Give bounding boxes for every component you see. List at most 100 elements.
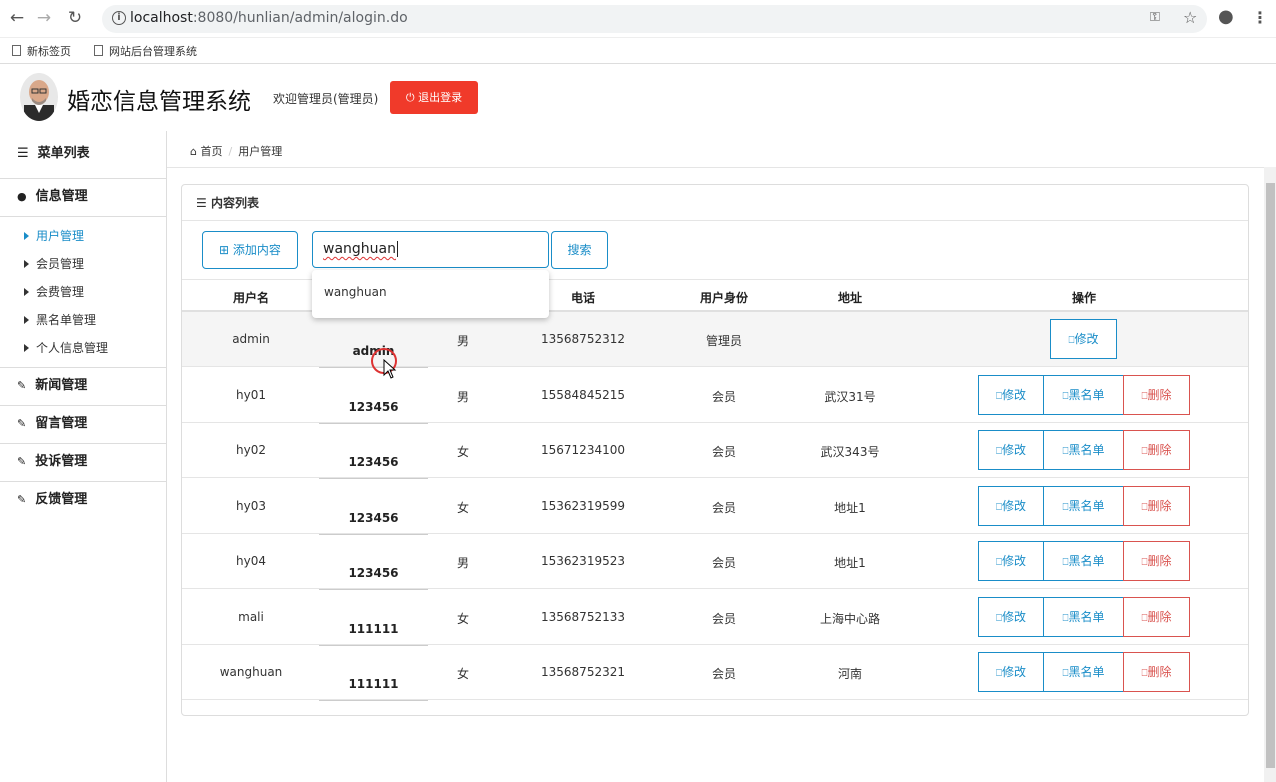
delete-button[interactable]: ⎕删除 [1123, 596, 1190, 637]
header-address: 地址 [837, 291, 863, 305]
bookmark-new-tab[interactable]: 新标签页 [12, 43, 71, 59]
sidebar-submenu: 用户管理 会员管理 会费管理 黑名单管理 个人信息管理 [0, 217, 166, 368]
cell-password: 123456 [319, 390, 428, 424]
delete-button-label: 删除 [1147, 554, 1172, 568]
delete-button[interactable]: ⎕删除 [1123, 541, 1190, 581]
search-button[interactable]: 搜索 [551, 231, 608, 269]
caret-right-icon [24, 316, 29, 324]
cell-address: 河南 [837, 667, 863, 681]
edit-button[interactable]: ⎕修改 [978, 541, 1044, 581]
sidebar-item-fees[interactable]: 会费管理 [0, 279, 166, 307]
add-content-label: 添加内容 [232, 243, 281, 257]
site-title: 婚恋信息管理系统 [67, 89, 251, 115]
group-label: 投诉管理 [35, 454, 88, 469]
delete-button[interactable]: ⎕删除 [1123, 652, 1190, 692]
blacklist-button[interactable]: ⎕黑名单 [1043, 652, 1124, 692]
bookmark-label: 新标签页 [27, 45, 71, 58]
blacklist-button[interactable]: ⎕黑名单 [1043, 374, 1124, 415]
cell-phone: 13568752133 [541, 609, 625, 624]
edit-button[interactable]: ⎕修改 [978, 374, 1044, 415]
sidebar-group-messages[interactable]: ✎ 留言管理 [0, 406, 166, 444]
breadcrumb-home[interactable]: 首页 [200, 145, 222, 158]
cell-gender: 男 [456, 389, 470, 404]
text-caret [397, 241, 398, 257]
cell-gender: 女 [456, 667, 470, 681]
cell-gender: 女 [456, 611, 470, 626]
sidebar-group-feedback[interactable]: ✎ 反馈管理 [0, 482, 166, 520]
scrollbar-thumb[interactable] [1266, 183, 1275, 768]
mouse-cursor-icon [383, 359, 397, 379]
cell-address: 地址1 [834, 500, 866, 515]
edit-icon: ✎ [17, 379, 27, 392]
blacklist-button[interactable]: ⎕黑名单 [1043, 485, 1124, 526]
caret-right-icon [24, 260, 29, 268]
panel-title-label: 内容列表 [210, 196, 259, 210]
blacklist-button-label: 黑名单 [1068, 498, 1105, 513]
breadcrumb: ⌂ 首页 / 用户管理 [190, 143, 282, 159]
edit-button[interactable]: ⎕修改 [978, 652, 1044, 692]
header-actions: 操作 [1071, 291, 1097, 305]
table-row: admin 男 13568752312 管理员 admin ⎕修改 [182, 312, 1248, 368]
content-panel: ☰ 内容列表 ⊞ 添加内容 wanghuan 搜索 wanghuan 用户名 电… [181, 184, 1249, 716]
edit-button[interactable]: ⎕修改 [978, 596, 1044, 637]
cell-role: 会员 [711, 556, 737, 570]
blacklist-button-label: 黑名单 [1068, 609, 1105, 624]
sidebar-group-info[interactable]: ● 信息管理 [0, 179, 166, 217]
delete-button[interactable]: ⎕删除 [1123, 485, 1190, 526]
sidebar-item-label: 黑名单管理 [36, 313, 97, 327]
autocomplete-suggestion[interactable]: wanghuan [312, 270, 549, 318]
back-icon[interactable]: ← [6, 8, 28, 28]
account-icon[interactable]: ● [1218, 6, 1234, 27]
panel-title: ☰ 内容列表 [182, 185, 1248, 221]
delete-button[interactable]: ⎕删除 [1123, 374, 1190, 415]
edit-button-label: 修改 [1001, 554, 1026, 568]
add-content-button[interactable]: ⊞ 添加内容 [202, 231, 298, 269]
divider [167, 167, 1276, 168]
edit-icon: ✎ [17, 493, 27, 506]
reload-icon[interactable]: ↻ [64, 8, 86, 28]
edit-button-label: 修改 [1001, 498, 1026, 513]
delete-button[interactable]: ⎕删除 [1123, 430, 1190, 470]
logout-label: 退出登录 [418, 91, 463, 104]
search-input[interactable]: wanghuan [312, 231, 549, 268]
address-bar[interactable]: i localhost:8080/hunlian/admin/alogin.do [102, 5, 1207, 33]
sidebar-item-profile[interactable]: 个人信息管理 [0, 335, 166, 363]
sidebar-item-members[interactable]: 会员管理 [0, 251, 166, 279]
group-label: 信息管理 [35, 189, 88, 204]
blacklist-button[interactable]: ⎕黑名单 [1043, 430, 1124, 470]
logout-button[interactable]: ⏻ 退出登录 [390, 81, 478, 114]
bookmark-admin[interactable]: 网站后台管理系统 [94, 43, 197, 59]
edit-button[interactable]: ⎕修改 [978, 430, 1044, 470]
blacklist-button[interactable]: ⎕黑名单 [1043, 596, 1124, 637]
cell-phone: 15362319523 [541, 554, 625, 568]
cell-role: 管理员 [705, 334, 743, 348]
forward-icon[interactable]: → [33, 8, 55, 28]
cell-password: 111111 [319, 612, 428, 646]
info-icon[interactable]: i [112, 11, 126, 25]
edit-button[interactable]: ⎕修改 [978, 485, 1044, 526]
header-role: 用户身份 [699, 291, 749, 305]
table-row: hy02 女 15671234100 会员 武汉343号 123456 ⎕修改 ⎕黑名单 ⎕删除 [182, 423, 1248, 479]
edit-button[interactable]: ⎕修改 [1050, 319, 1117, 359]
cell-username: hy03 [236, 498, 266, 513]
cell-role: 会员 [711, 667, 737, 681]
sidebar-item-blacklist[interactable]: 黑名单管理 [0, 307, 166, 335]
blacklist-button[interactable]: ⎕黑名单 [1043, 541, 1124, 581]
sidebar: ☰ 菜单列表 ● 信息管理 用户管理 会员管理 会费管理 黑名单管理 个人信息管理 … [0, 131, 167, 782]
sidebar-group-news[interactable]: ✎ 新闻管理 [0, 368, 166, 406]
menu-title: ☰ 菜单列表 [0, 131, 166, 179]
cell-password: 123456 [319, 556, 428, 590]
star-icon[interactable]: ☆ [1183, 8, 1197, 27]
table-row: wanghuan 女 13568752321 会员 河南 111111 ⎕修改 ⎕黑名单 ⎕删除 [182, 645, 1248, 701]
menu-icon[interactable]: ⋮ [1252, 8, 1268, 27]
cell-role: 会员 [711, 500, 737, 515]
group-label: 反馈管理 [35, 492, 88, 507]
key-icon[interactable]: ⚿ [1150, 10, 1160, 25]
sidebar-group-complaints[interactable]: ✎ 投诉管理 [0, 444, 166, 482]
edit-button-label: 修改 [1001, 665, 1026, 679]
cell-role: 会员 [711, 445, 737, 459]
cell-address: 上海中心路 [819, 611, 881, 626]
sidebar-item-users[interactable]: 用户管理 [0, 223, 166, 251]
cell-phone: 15671234100 [541, 443, 625, 457]
edit-button-label: 修改 [1074, 332, 1099, 346]
